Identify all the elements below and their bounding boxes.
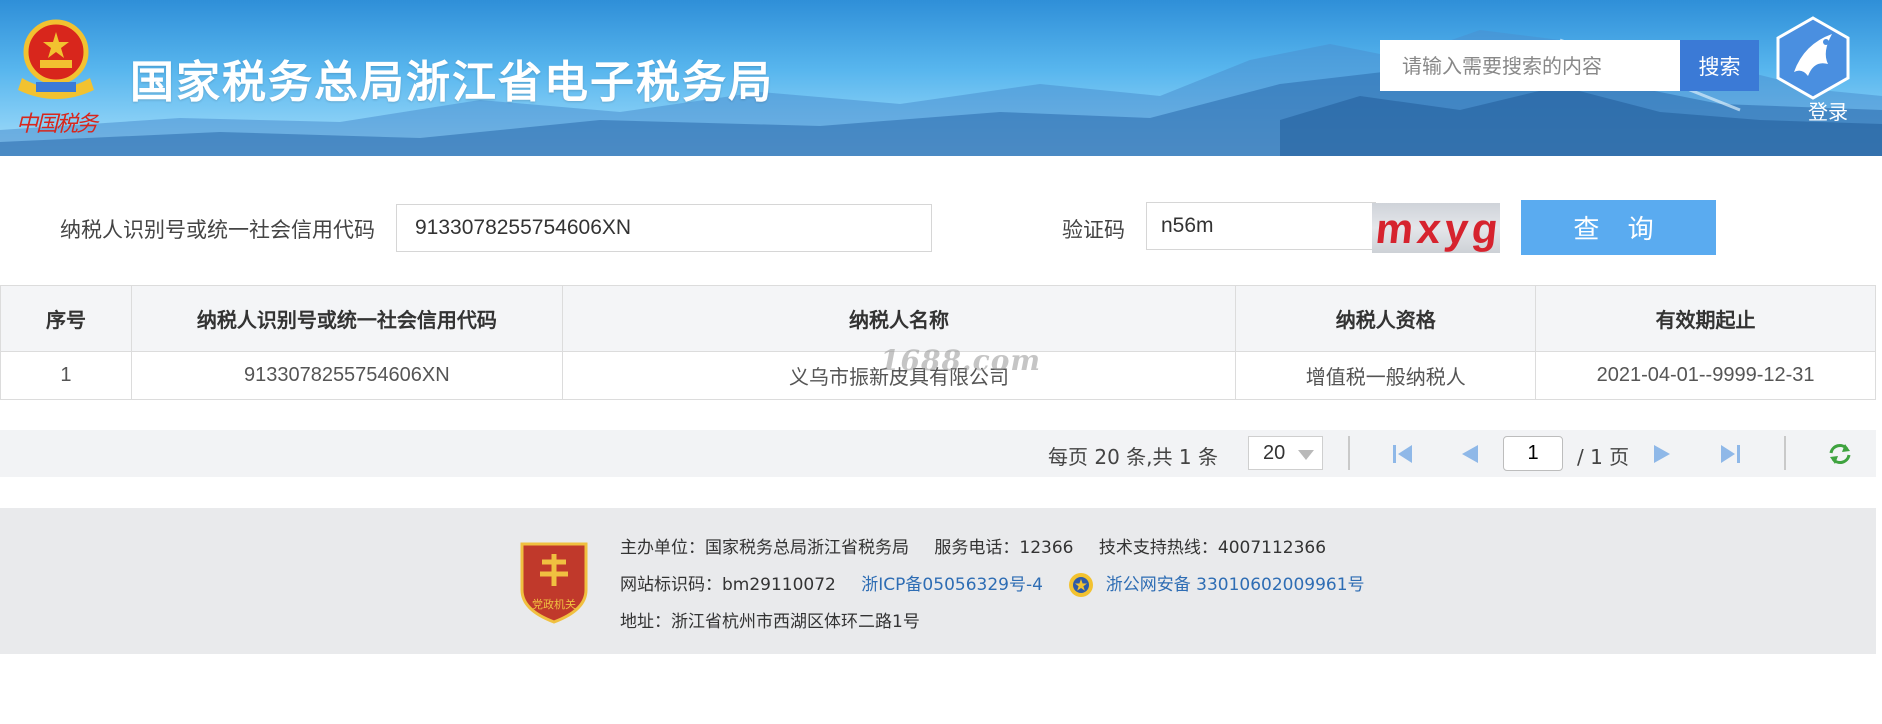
results-table: 序号 纳税人识别号或统一社会信用代码 纳税人名称 纳税人资格 有效期起止 1 9… xyxy=(0,285,1876,400)
badge-text: 党政机关 xyxy=(532,597,576,611)
cell-qualification: 增值税一般纳税人 xyxy=(1235,351,1537,400)
search-input[interactable] xyxy=(1380,40,1680,91)
footer-service-phone: 服务电话：12366 xyxy=(934,538,1074,558)
pagination-summary: 每页 20 条,共 1 条 xyxy=(1048,445,1218,469)
column-header-name: 纳税人名称 xyxy=(561,285,1237,352)
previous-page-icon[interactable] xyxy=(1456,442,1484,466)
login-label[interactable]: 登录 xyxy=(1808,96,1848,125)
column-header-qualification: 纳税人资格 xyxy=(1235,285,1537,352)
party-government-badge-icon[interactable]: 党政机关 xyxy=(518,538,590,624)
national-emblem-icon xyxy=(18,19,94,99)
divider xyxy=(1784,436,1786,470)
page-title: 国家税务总局浙江省电子税务局 xyxy=(130,57,774,108)
next-page-icon[interactable] xyxy=(1648,442,1676,466)
police-badge-icon xyxy=(1069,573,1094,597)
table-header-row: 序号 纳税人识别号或统一社会信用代码 纳税人名称 纳税人资格 有效期起止 xyxy=(0,285,1876,352)
footer: 党政机关 主办单位：国家税务总局浙江省税务局 服务电话：12366 技术支持热线… xyxy=(0,508,1876,654)
emblem-script: 中国税务 xyxy=(16,112,98,137)
cell-validity: 2021-04-01--9999-12-31 xyxy=(1535,351,1876,400)
page-size-select[interactable]: 20 xyxy=(1248,436,1323,470)
cell-tax-id: 9133078255754606XN xyxy=(130,351,563,400)
header-banner: 中国税务 国家税务总局浙江省电子税务局 搜索 登录 xyxy=(0,0,1882,156)
captcha-image[interactable]: mxyg xyxy=(1372,203,1500,253)
divider xyxy=(1348,436,1350,470)
footer-site-id: 网站标识码：bm29110072 xyxy=(620,575,836,595)
captcha-image-text: mxyg xyxy=(1373,205,1500,252)
footer-support-hotline: 技术支持热线：4007112366 xyxy=(1098,538,1327,558)
captcha-label: 验证码 xyxy=(1062,218,1125,242)
footer-line-1: 主办单位：国家税务总局浙江省税务局 服务电话：12366 技术支持热线：4007… xyxy=(620,533,1346,558)
tax-id-label: 纳税人识别号或统一社会信用代码 xyxy=(60,218,375,242)
watermark: 1688.com xyxy=(880,344,1042,377)
refresh-icon[interactable] xyxy=(1826,442,1854,466)
last-page-icon[interactable] xyxy=(1715,442,1743,466)
column-header-tax-id: 纳税人识别号或统一社会信用代码 xyxy=(130,285,563,352)
page-size-value: 20 xyxy=(1263,442,1286,464)
footer-line-3: 地址：浙江省杭州市西湖区体环二路1号 xyxy=(620,607,940,632)
column-header-validity: 有效期起止 xyxy=(1535,285,1876,352)
cell-index: 1 xyxy=(0,351,132,400)
search-button[interactable]: 搜索 xyxy=(1680,40,1759,91)
first-page-icon[interactable] xyxy=(1390,442,1418,466)
query-button[interactable]: 查 询 xyxy=(1521,200,1716,255)
pagination-bar: 每页 20 条,共 1 条 20 / 1 页 xyxy=(0,430,1876,477)
page-number-input[interactable] xyxy=(1503,436,1563,471)
footer-sponsor: 主办单位：国家税务总局浙江省税务局 xyxy=(620,538,909,558)
page-total: / 1 页 xyxy=(1577,445,1630,469)
column-header-index: 序号 xyxy=(0,285,132,352)
tax-id-input[interactable] xyxy=(396,204,932,252)
police-record-link[interactable]: 浙公网安备 33010602009961号 xyxy=(1106,575,1365,595)
footer-address: 地址：浙江省杭州市西湖区体环二路1号 xyxy=(620,612,920,632)
icp-link[interactable]: 浙ICP备05056329号-4 xyxy=(861,575,1043,595)
chevron-down-icon xyxy=(1298,450,1314,460)
footer-line-2: 网站标识码：bm29110072 浙ICP备05056329号-4 浙公网安备 … xyxy=(620,570,1385,598)
captcha-input[interactable] xyxy=(1146,202,1376,250)
